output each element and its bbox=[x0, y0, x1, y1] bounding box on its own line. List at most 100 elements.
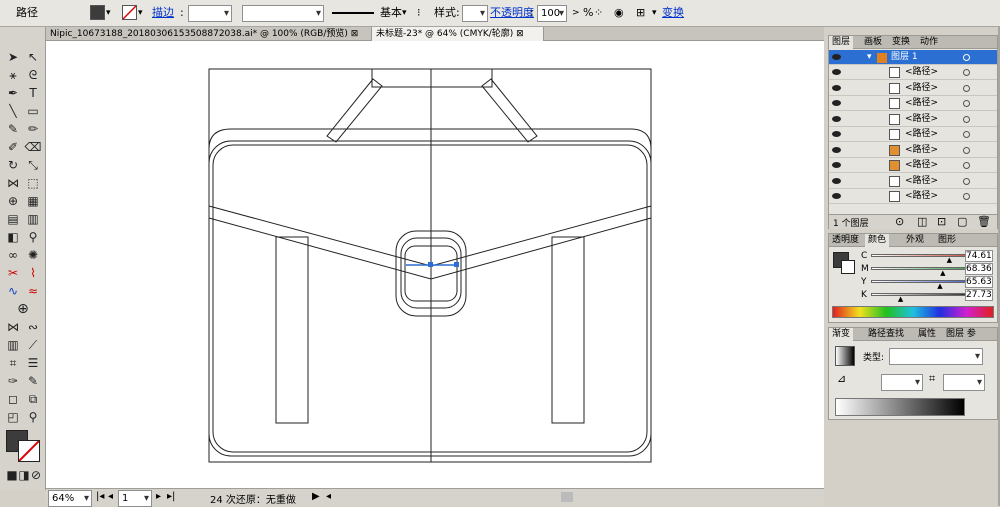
visibility-eye-icon[interactable] bbox=[832, 115, 841, 122]
tab-attributes[interactable]: 属性 bbox=[915, 328, 939, 341]
aspect-ratio-icon[interactable]: ⌗ bbox=[929, 372, 935, 386]
artboard-canvas[interactable] bbox=[46, 41, 824, 488]
eyedropper-2-icon[interactable]: ✑ bbox=[3, 373, 23, 389]
gradient-tool-icon[interactable]: ◧ bbox=[3, 229, 23, 245]
knife-icon[interactable]: ⌇ bbox=[23, 265, 43, 281]
stroke-weight-input[interactable] bbox=[188, 5, 232, 22]
target-circle-icon[interactable] bbox=[963, 131, 970, 138]
shape-builder-icon[interactable]: ⊕ bbox=[3, 193, 23, 209]
transform-link[interactable]: 变换 bbox=[662, 4, 684, 22]
first-artboard-icon[interactable]: |◂ bbox=[96, 491, 104, 502]
measure-icon[interactable]: ✎ bbox=[23, 373, 43, 389]
align-options-icon[interactable]: ⊞ bbox=[636, 4, 645, 22]
align-icon[interactable]: ⁝ bbox=[417, 4, 421, 22]
delete-layer-icon[interactable]: 🗑 bbox=[977, 215, 991, 228]
recolor-icon[interactable]: ⁘ bbox=[594, 4, 603, 22]
opacity-dropdown-icon[interactable]: > bbox=[572, 4, 580, 22]
status-menu-arrow-icon[interactable]: ▶ bbox=[312, 491, 320, 502]
gradient-angle-input[interactable] bbox=[881, 374, 923, 391]
slice-icon[interactable]: ⟋ bbox=[23, 337, 43, 353]
layer-row-path[interactable]: <路径> bbox=[829, 127, 997, 142]
channel-value-input[interactable]: 27.73 bbox=[965, 289, 993, 301]
channel-slider[interactable] bbox=[871, 280, 975, 283]
layer-row-path[interactable]: <路径> bbox=[829, 81, 997, 96]
horizontal-scrollbar-thumb[interactable] bbox=[561, 492, 573, 502]
gradient-preview-swatch[interactable] bbox=[835, 346, 855, 366]
paintbrush-icon[interactable]: ✎ bbox=[3, 121, 23, 137]
layer-row-path[interactable]: <路径> bbox=[829, 158, 997, 173]
bar-graph-icon[interactable]: ☰ bbox=[23, 355, 43, 371]
visibility-eye-icon[interactable] bbox=[832, 131, 841, 137]
target-circle-icon[interactable] bbox=[963, 193, 970, 200]
target-circle-icon[interactable] bbox=[963, 115, 970, 123]
channel-value-input[interactable]: 74.61 bbox=[965, 250, 993, 262]
layer-row-path[interactable]: <路径> bbox=[829, 96, 997, 111]
line-tool-icon[interactable]: ╲ bbox=[3, 103, 23, 119]
stroke-swatch-large[interactable] bbox=[18, 440, 40, 462]
crosshair-icon[interactable]: ⊕ bbox=[13, 301, 33, 317]
tab-artboards[interactable]: 画板 bbox=[861, 36, 885, 49]
layer-row-path[interactable]: <路径> bbox=[829, 112, 997, 127]
layer-row-layer-1[interactable]: ▾ 图层 1 bbox=[829, 50, 997, 65]
slice-select-icon[interactable]: ⧉ bbox=[23, 391, 43, 407]
aspect-ratio-input[interactable] bbox=[943, 374, 985, 391]
visibility-eye-icon[interactable] bbox=[832, 100, 841, 106]
rotate-tool-icon[interactable]: ↻ bbox=[3, 157, 23, 173]
opacity-label[interactable]: 不透明度 bbox=[490, 4, 534, 22]
visibility-eye-icon[interactable] bbox=[832, 162, 841, 168]
none-mode-icon[interactable]: ⊘ bbox=[26, 467, 46, 483]
add-anchor-icon[interactable]: ≈ bbox=[23, 283, 43, 299]
layer-row-path[interactable]: <路径> bbox=[829, 189, 997, 204]
target-circle-icon[interactable] bbox=[963, 69, 970, 76]
locate-object-icon[interactable]: ⊙ bbox=[895, 215, 904, 228]
new-layer-icon[interactable]: ▢ bbox=[957, 215, 967, 228]
tab-transform[interactable]: 变换 bbox=[889, 36, 913, 49]
artboard-tool-icon[interactable]: ⌗ bbox=[3, 355, 23, 371]
stroke-color-swatch[interactable] bbox=[122, 5, 137, 20]
channel-slider[interactable] bbox=[871, 254, 975, 257]
pencil-icon[interactable]: ✏ bbox=[23, 121, 43, 137]
layer-row-path[interactable]: <路径> bbox=[829, 65, 997, 80]
tab-graphic-styles[interactable]: 图形 bbox=[935, 234, 959, 247]
scissors-icon[interactable]: ✂ bbox=[3, 265, 23, 281]
brush-dropdown-icon[interactable]: ▾ bbox=[402, 4, 407, 22]
color-spectrum-bar[interactable] bbox=[832, 306, 994, 318]
column-graph-icon[interactable]: ▥ bbox=[3, 337, 23, 353]
direct-selection-tool-icon[interactable]: ↖ bbox=[23, 49, 43, 65]
convert-anchor-icon[interactable]: ∿ bbox=[3, 283, 23, 299]
target-circle-icon[interactable] bbox=[963, 84, 970, 92]
tab-transparency[interactable]: 透明度 bbox=[829, 234, 862, 247]
layer-row-path[interactable]: <路径> bbox=[829, 143, 997, 158]
doc-tab-1[interactable]: Nipic_10673188_20180306153508872038.ai* … bbox=[46, 27, 372, 41]
slider-knob-icon[interactable]: ▲ bbox=[940, 269, 945, 277]
target-circle-icon[interactable] bbox=[963, 177, 970, 185]
visibility-eye-icon[interactable] bbox=[832, 54, 841, 60]
free-transform-icon[interactable]: ⬚ bbox=[23, 175, 43, 191]
gradient-angle-icon[interactable]: ⊿ bbox=[837, 372, 846, 385]
scale-tool-icon[interactable]: ⤡ bbox=[23, 157, 43, 173]
stroke-dropdown-icon[interactable]: ▾ bbox=[138, 4, 143, 22]
fill-dropdown-icon[interactable]: ▾ bbox=[106, 4, 111, 22]
channel-slider[interactable] bbox=[871, 293, 975, 296]
target-circle-icon[interactable] bbox=[963, 54, 970, 61]
brush-definition-label[interactable]: 基本 bbox=[380, 4, 402, 22]
slider-knob-icon[interactable]: ▲ bbox=[947, 256, 952, 264]
magic-wand-icon[interactable]: ⚹ bbox=[3, 67, 23, 83]
slider-knob-icon[interactable]: ▲ bbox=[898, 295, 903, 303]
lasso-icon[interactable]: ᘓ bbox=[23, 67, 43, 83]
visibility-eye-icon[interactable] bbox=[832, 69, 841, 75]
clipping-mask-icon[interactable]: ◫ bbox=[917, 215, 927, 228]
tab-appearance[interactable]: 外观 bbox=[903, 234, 927, 247]
fill-color-swatch[interactable] bbox=[90, 5, 105, 20]
layer-row-path[interactable]: <路径> bbox=[829, 174, 997, 189]
eraser-icon[interactable]: ⌫ bbox=[23, 139, 43, 155]
visibility-eye-icon[interactable] bbox=[832, 84, 841, 91]
tab-gradient[interactable]: 渐变 bbox=[829, 328, 854, 341]
visibility-eye-icon[interactable] bbox=[832, 146, 841, 153]
variable-width-profile-dropdown[interactable] bbox=[242, 5, 324, 22]
width-tool-icon[interactable]: ⋈ bbox=[3, 175, 23, 191]
blob-brush-icon[interactable]: ✐ bbox=[3, 139, 23, 155]
opacity-input[interactable]: 100 bbox=[537, 5, 567, 22]
type-tool-icon[interactable]: T bbox=[23, 85, 43, 101]
last-artboard-icon[interactable]: ▸| bbox=[167, 491, 175, 502]
